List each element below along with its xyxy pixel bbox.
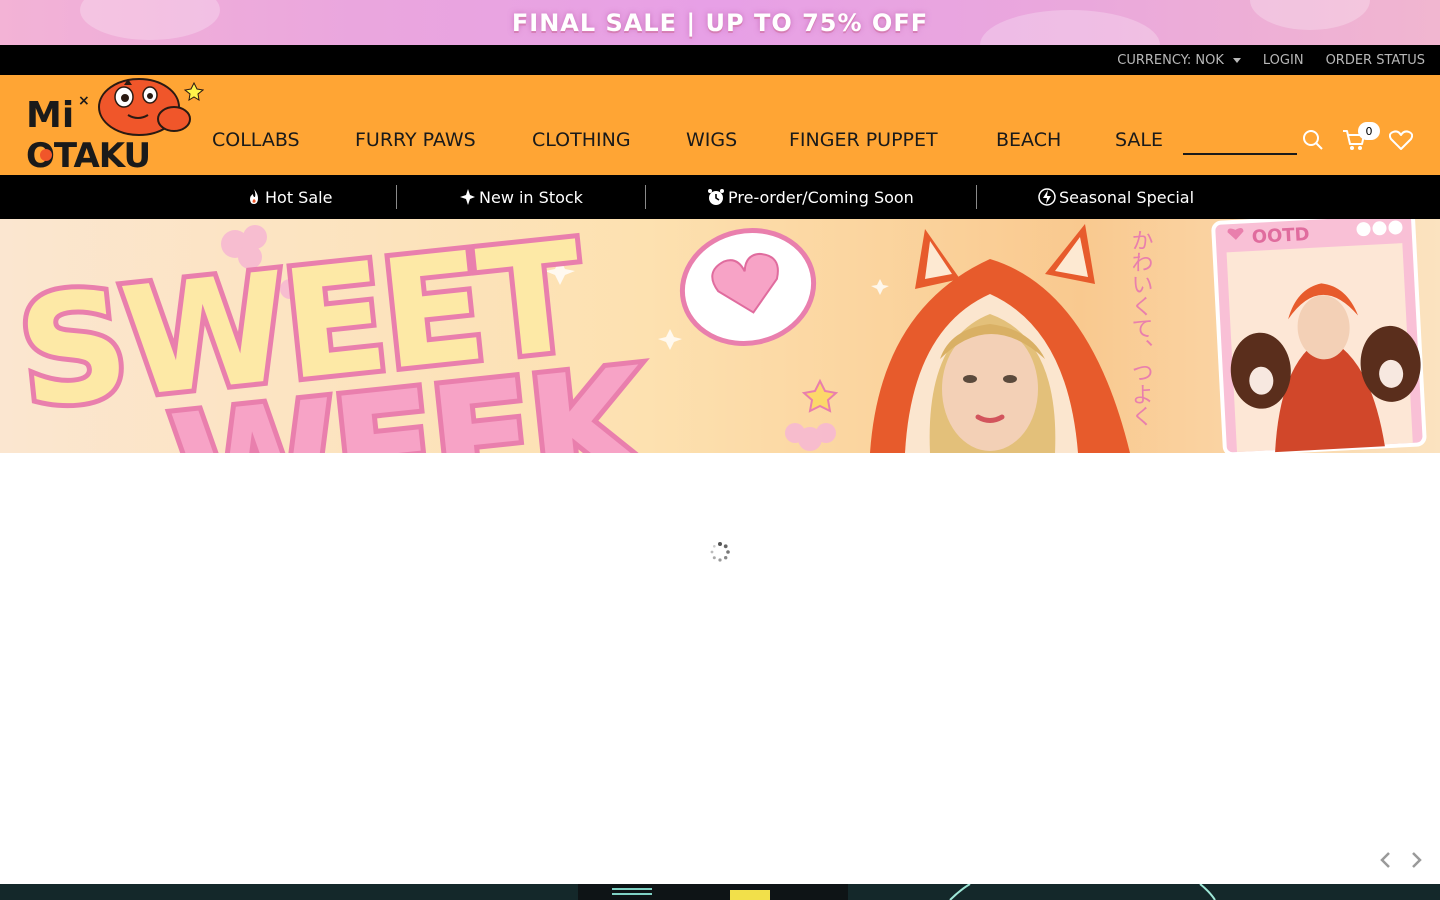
svg-text:Mi: Mi (26, 95, 74, 136)
hero-banner[interactable]: SWEET WEEK かわいくて、つよく OOTD (0, 219, 1440, 453)
subnav-label: Hot Sale (265, 187, 333, 207)
hero-ootd-tag: OOTD (1251, 224, 1310, 248)
divider (976, 185, 977, 209)
carousel-next-button[interactable] (1408, 850, 1424, 870)
divider (645, 185, 646, 209)
subnav-seasonal-special[interactable]: Seasonal Special (1038, 175, 1194, 219)
nav-furry-paws[interactable]: FURRY PAWS (355, 129, 476, 151)
alarm-clock-icon (708, 189, 724, 205)
nav-finger-puppet[interactable]: FINGER PUPPET (789, 129, 938, 151)
subnav-preorder[interactable]: Pre-order/Coming Soon (707, 175, 914, 219)
search-input[interactable] (1183, 153, 1297, 155)
sub-nav: Hot Sale New in Stock Pre-order/Coming S… (0, 175, 1440, 219)
promo-text: FINAL SALE | UP TO 75% OFF (511, 8, 929, 37)
chevron-down-icon (1232, 57, 1241, 63)
currency-dropdown[interactable]: CURRENCY: NOK (1117, 53, 1241, 68)
svg-text:×: × (78, 93, 90, 109)
subnav-label: New in Stock (479, 187, 583, 207)
main-nav: Mi × OTAKU COLLABS FURRY PAWS CLOTHING W… (0, 75, 1440, 175)
subnav-new-in-stock[interactable]: New in Stock (458, 175, 583, 219)
login-link[interactable]: LOGIN (1263, 53, 1304, 68)
order-status-link[interactable]: ORDER STATUS (1326, 53, 1425, 68)
currency-label: CURRENCY: NOK (1117, 52, 1224, 68)
nav-beach[interactable]: BEACH (996, 129, 1061, 151)
nav-clothing[interactable]: CLOTHING (532, 129, 631, 151)
sparkle-icon (460, 189, 475, 205)
subnav-label: Seasonal Special (1059, 187, 1195, 207)
utility-bar: CURRENCY: NOK LOGIN ORDER STATUS (0, 45, 1440, 75)
nav-wigs[interactable]: WIGS (686, 129, 737, 151)
flame-icon (250, 189, 258, 204)
lightning-icon (1038, 188, 1056, 206)
hero-japanese-text: かわいくて、つよく (1128, 229, 1153, 427)
loading-spinner-icon (710, 542, 730, 562)
brand-logo[interactable]: Mi × OTAKU (24, 75, 204, 175)
carousel-prev-button[interactable] (1378, 850, 1394, 870)
divider (396, 185, 397, 209)
search-icon[interactable] (1302, 129, 1324, 151)
subnav-label: Pre-order/Coming Soon (728, 187, 914, 207)
nav-sale[interactable]: SALE (1115, 129, 1163, 151)
cart-count-badge: 0 (1358, 122, 1380, 140)
nav-collabs[interactable]: COLLABS (212, 129, 300, 151)
promo-banner[interactable]: FINAL SALE | UP TO 75% OFF (0, 0, 1440, 45)
heart-icon[interactable] (1389, 130, 1413, 150)
subnav-hot-sale[interactable]: Hot Sale (246, 175, 332, 219)
next-section-banner[interactable] (0, 884, 1440, 900)
